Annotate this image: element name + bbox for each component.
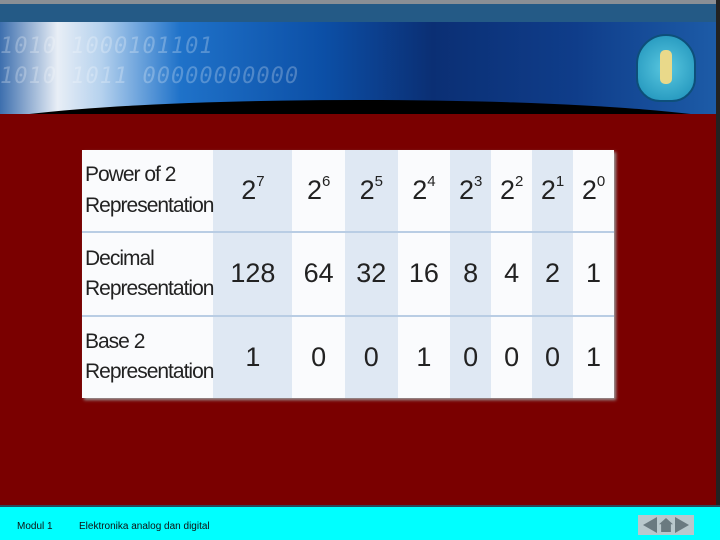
row-label: Base 2 Representation [85, 329, 214, 384]
home-icon[interactable] [659, 518, 673, 532]
table-cell: 0 [311, 341, 327, 372]
table-cell: 26 [292, 150, 345, 234]
base: 2 [581, 175, 597, 206]
table-cell: 1 [213, 315, 293, 398]
table-cell: 0 [504, 341, 520, 372]
base: 2 [459, 175, 475, 206]
table-cell: 0 [532, 315, 574, 398]
table-cell: 2 [532, 232, 574, 317]
base: 2 [412, 175, 428, 206]
table-cell: 128 [213, 232, 293, 317]
table-cell: 25 [344, 150, 398, 234]
right-border [716, 0, 720, 505]
table-row: Base 2 Representation 1 0 0 1 0 0 0 1 [82, 315, 614, 398]
table-cell: 0 [344, 315, 398, 398]
table-cell: 8 [450, 232, 492, 317]
table-cell: 21 [532, 150, 574, 234]
tut-wuri-handayani-logo [636, 34, 696, 102]
binary-text-decor: 1010 1011 00000000000 [0, 64, 300, 89]
header-band [0, 4, 720, 22]
base: 2 [540, 175, 556, 206]
table-cell: 64 [292, 232, 345, 317]
table-cell: 24 [397, 150, 451, 234]
course-title: Elektronika analog dan digital [79, 521, 210, 532]
footer: Modul 1 Elektronika analog dan digital [0, 505, 720, 540]
module-label: Modul 1 [17, 521, 53, 532]
exponent: 4 [427, 173, 436, 191]
table-cell: 22 [491, 150, 533, 234]
base: 2 [306, 175, 322, 206]
table-cell: 32 [344, 232, 398, 317]
row-label: Decimal Representation [82, 232, 214, 317]
header-banner: 1010 1000101101 1010 1011 00000000000 [0, 22, 720, 114]
table-cell: 1 [586, 341, 602, 372]
table-cell: 20 [573, 150, 614, 234]
table-cell: 0 [450, 315, 492, 398]
exponent: 5 [374, 173, 383, 191]
banner-curve [0, 100, 720, 114]
binary-text-decor: 1010 1000101101 [0, 34, 214, 59]
next-arrow-icon[interactable] [675, 517, 689, 533]
exponent: 0 [596, 173, 606, 191]
base: 2 [241, 175, 257, 206]
table-cell: 16 [397, 232, 451, 317]
exponent: 2 [514, 173, 524, 191]
base: 2 [359, 175, 375, 206]
table-cell: 1 [416, 341, 432, 372]
table-cell: 23 [450, 150, 492, 234]
table-row: Power of 2 Representation 27 26 25 24 23 22 21 2… [82, 150, 614, 234]
table-cell: 27 [213, 150, 293, 234]
base: 2 [499, 175, 515, 206]
binary-representation-table: Power of 2 Representation 27 26 25 24 23 22 21 2… [82, 150, 614, 398]
table-cell: 4 [491, 232, 533, 317]
row-label: Power of 2 Representation [82, 150, 214, 234]
exponent: 1 [555, 173, 565, 191]
exponent: 3 [474, 173, 483, 191]
exponent: 6 [322, 173, 331, 191]
exponent: 7 [256, 173, 265, 191]
prev-arrow-icon[interactable] [643, 517, 657, 533]
table-row: Decimal Representation 128 64 32 16 8 4 2 1 [82, 232, 614, 317]
navigation-buttons [638, 515, 694, 535]
table-cell: 1 [573, 232, 614, 317]
